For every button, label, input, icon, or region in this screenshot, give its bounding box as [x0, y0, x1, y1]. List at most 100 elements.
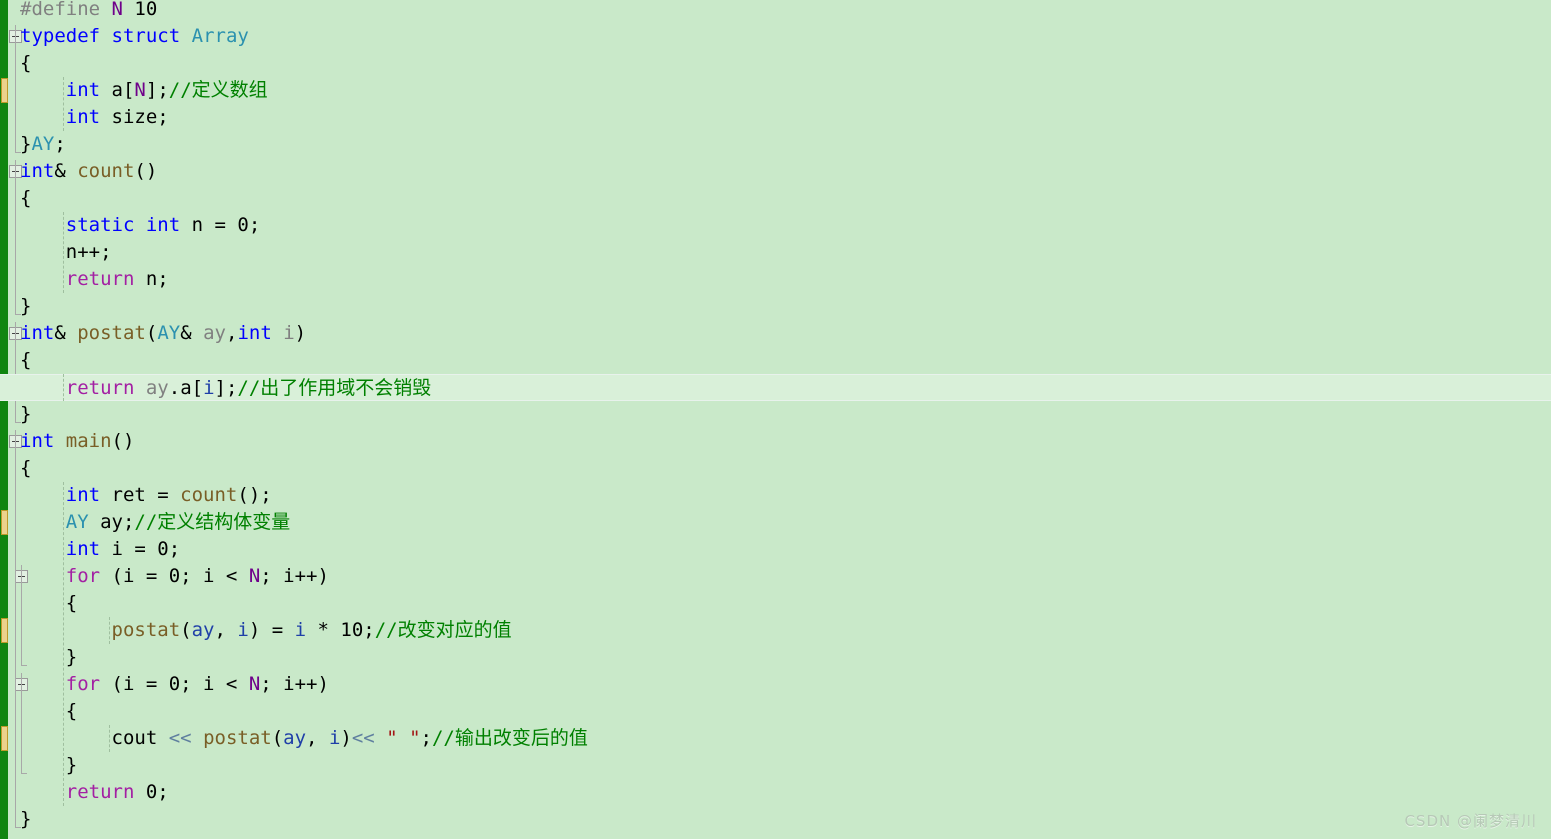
- code-line[interactable]: #define N 10: [0, 0, 1551, 23]
- code-line[interactable]: {: [0, 185, 1551, 212]
- code-token: ,: [225, 322, 238, 344]
- code-line[interactable]: {: [0, 698, 1551, 725]
- code-line[interactable]: int ret = count();: [0, 482, 1551, 509]
- code-line[interactable]: n++;: [0, 239, 1551, 266]
- code-token: i: [294, 619, 307, 641]
- code-token: }: [20, 646, 78, 668]
- indent-guide: [108, 617, 110, 644]
- code-token: //定义结构体变量: [134, 511, 291, 533]
- code-token: ret =: [100, 484, 181, 506]
- code-token: //改变对应的值: [374, 619, 512, 641]
- code-token: ) =: [248, 619, 295, 641]
- code-token: ;: [54, 133, 66, 155]
- code-token: {: [20, 457, 32, 479]
- code-token: count: [77, 160, 135, 182]
- code-token: &: [180, 322, 204, 344]
- code-token: int: [237, 322, 272, 344]
- code-line-text: }: [20, 401, 31, 428]
- code-line[interactable]: int a[N];//定义数组: [0, 77, 1551, 104]
- code-token: i: [237, 619, 249, 641]
- code-line[interactable]: {: [0, 50, 1551, 77]
- code-token: {: [20, 592, 78, 614]
- code-line[interactable]: for (i = 0; i < N; i++): [0, 671, 1551, 698]
- code-line[interactable]: for (i = 0; i < N; i++): [0, 563, 1551, 590]
- code-line[interactable]: int& postat(AY& ay,int i): [0, 320, 1551, 347]
- code-token: for: [65, 673, 101, 695]
- code-line[interactable]: }: [0, 752, 1551, 779]
- code-line-text: }AY;: [20, 131, 66, 158]
- code-token: (): [134, 160, 158, 182]
- code-token: i: [203, 377, 215, 399]
- code-line[interactable]: return ay.a[i];//出了作用域不会销毁: [0, 374, 1551, 401]
- code-line[interactable]: cout << postat(ay, i)<< " ";//输出改变后的值: [0, 725, 1551, 752]
- code-token: (): [111, 430, 135, 452]
- code-line-text: int a[N];//定义数组: [20, 77, 268, 104]
- indent-guide: [62, 212, 64, 293]
- code-line[interactable]: int main(): [0, 428, 1551, 455]
- code-token: ay: [145, 377, 169, 399]
- code-token: int: [20, 160, 55, 182]
- code-line-text: int i = 0;: [20, 536, 180, 563]
- code-token: #define: [20, 0, 112, 20]
- indent-guide: [108, 725, 110, 752]
- code-token: AY: [65, 511, 89, 533]
- code-token: typedef: [20, 25, 101, 47]
- code-line[interactable]: int i = 0;: [0, 536, 1551, 563]
- code-token: int: [65, 484, 101, 506]
- code-token: N: [248, 565, 261, 587]
- code-line-text: int& postat(AY& ay,int i): [20, 320, 306, 347]
- code-line[interactable]: }: [0, 806, 1551, 833]
- code-line[interactable]: return n;: [0, 266, 1551, 293]
- code-token: int: [20, 430, 55, 452]
- code-token: N: [111, 0, 123, 20]
- code-line-text: {: [20, 185, 31, 212]
- code-token: size;: [100, 106, 169, 128]
- code-line-text: return ay.a[i];//出了作用域不会销毁: [20, 375, 432, 402]
- code-text-area[interactable]: #define N 10 typedef struct Array{ int a[…: [0, 0, 1551, 839]
- code-token: ; i++): [260, 673, 329, 695]
- code-token: int: [65, 106, 101, 128]
- code-token: &: [54, 322, 78, 344]
- code-line[interactable]: }: [0, 644, 1551, 671]
- code-line-text: {: [20, 698, 77, 725]
- code-line[interactable]: return 0;: [0, 779, 1551, 806]
- code-token: int: [65, 538, 101, 560]
- code-line-text: {: [20, 347, 31, 374]
- code-line-text: postat(ay, i) = i * 10;//改变对应的值: [20, 617, 512, 644]
- code-line[interactable]: int& count(): [0, 158, 1551, 185]
- code-line[interactable]: {: [0, 347, 1551, 374]
- code-token: AY: [31, 133, 55, 155]
- indent-guide: [62, 482, 64, 806]
- code-line-text: }: [20, 644, 77, 671]
- code-line[interactable]: }AY;: [0, 131, 1551, 158]
- code-token: (: [145, 322, 158, 344]
- code-token: ay: [203, 322, 226, 344]
- code-token: int: [145, 214, 181, 236]
- code-line[interactable]: }: [0, 401, 1551, 428]
- code-line[interactable]: }: [0, 293, 1551, 320]
- code-token: postat: [111, 619, 181, 641]
- code-token: cout: [20, 727, 169, 749]
- code-line[interactable]: AY ay;//定义结构体变量: [0, 509, 1551, 536]
- code-line[interactable]: int size;: [0, 104, 1551, 131]
- code-editor-surface[interactable]: #define N 10 typedef struct Array{ int a[…: [0, 0, 1551, 839]
- code-line[interactable]: {: [0, 455, 1551, 482]
- code-line[interactable]: static int n = 0;: [0, 212, 1551, 239]
- code-line[interactable]: postat(ay, i) = i * 10;//改变对应的值: [0, 617, 1551, 644]
- code-line[interactable]: typedef struct Array: [0, 23, 1551, 50]
- code-token: * 10;: [306, 619, 375, 641]
- code-token: ): [340, 727, 352, 749]
- code-token: int: [20, 322, 55, 344]
- code-token: ,: [306, 727, 329, 749]
- code-token: {: [20, 187, 32, 209]
- code-line[interactable]: {: [0, 590, 1551, 617]
